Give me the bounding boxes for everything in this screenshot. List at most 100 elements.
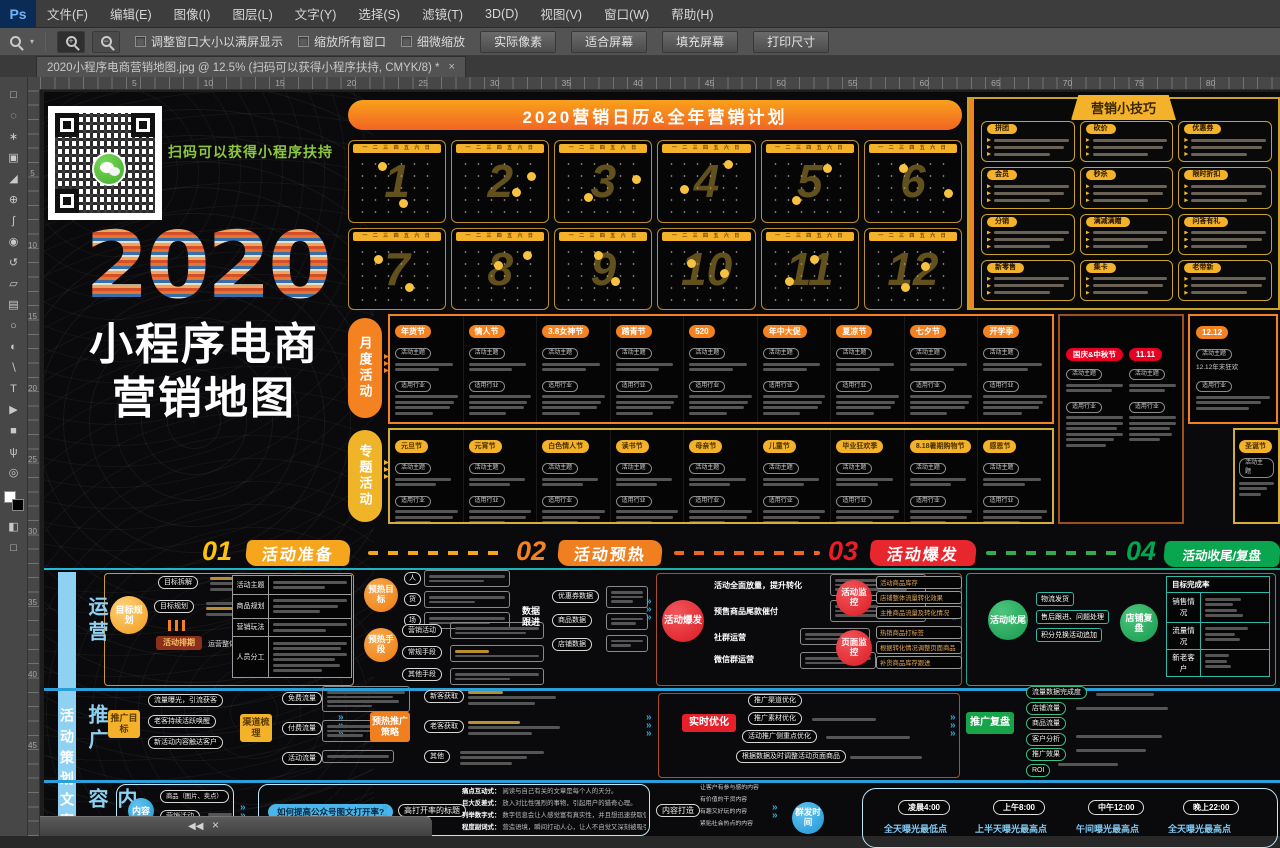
ruler-number: 65 [991, 77, 1063, 89]
content-tip: 有趣又好玩的内容 [700, 806, 759, 818]
tip-bullet-line [1184, 291, 1266, 295]
lasso-tool[interactable]: ◌ [3, 106, 25, 125]
magic-wand-tool[interactable]: ∗ [3, 127, 25, 146]
menu-item[interactable]: 图像(I) [163, 0, 222, 28]
divider [45, 32, 46, 52]
monitor-item: 活动商品库存 [876, 576, 962, 589]
color-swatches[interactable] [4, 491, 24, 511]
ruler-number: 75 [1134, 77, 1206, 89]
ops-burst-circle: 活动爆发 [662, 600, 704, 642]
double11-column: 11.11 活动主题 适用行业 [1129, 344, 1176, 516]
send-time-circle: 群发时间 [792, 802, 824, 834]
actual-pixels-button[interactable]: 实际像素 [480, 31, 556, 53]
eyedropper-tool[interactable]: ◢ [3, 169, 25, 188]
promo-goal-item: 流量曝光，引流获客 [148, 694, 223, 707]
topic-pill: 感恩节 [983, 440, 1016, 453]
menu-item[interactable]: 选择(S) [347, 0, 411, 28]
tip-bullet-line [987, 145, 1069, 149]
tip-card-title: 限时折扣 [1184, 170, 1228, 180]
dodge-tool[interactable]: ◐ [3, 337, 25, 356]
topic-column: 元旦节 活动主题 适用行业 [390, 430, 464, 522]
screen-mode-button[interactable]: □ [3, 538, 25, 557]
activity-monitor-circle: 活动监控 [836, 580, 872, 616]
tools-panel: +□◌∗▣◢⊕∫◉↺▱▤○◐∖T▶■ψ◎ ◧□ [0, 56, 28, 836]
tip-bullet-line [1184, 152, 1266, 156]
timeline-label: 午间曝光最高点 [1076, 822, 1139, 835]
month-number: 5 [762, 141, 858, 222]
arrow-decoration [384, 354, 389, 373]
healing-brush-tool[interactable]: ⊕ [3, 190, 25, 209]
menu-item[interactable]: 滤镜(T) [411, 0, 474, 28]
month-number: 11 [762, 229, 858, 310]
opt-item: 根据数据及时调整活动页面商品 [736, 750, 846, 763]
tip-bullet-line [1086, 138, 1168, 142]
topic-column: 白色情人节 活动主题 适用行业 [537, 430, 611, 522]
topic-column: 毕业狂欢季 活动主题 适用行业 [831, 430, 905, 522]
menu-item[interactable]: 窗口(W) [593, 0, 660, 28]
chevron-down-icon[interactable]: ▾ [30, 37, 34, 46]
row-separator [44, 780, 1280, 783]
menu-bar: Ps 文件(F)编辑(E)图像(I)图层(L)文字(Y)选择(S)滤镜(T)3D… [0, 0, 1280, 28]
blur-tool[interactable]: ○ [3, 316, 25, 335]
text-lines [1058, 760, 1118, 768]
pen-tool[interactable]: ∖ [3, 358, 25, 377]
content-tip: 让客户有参与感的内容 [700, 782, 759, 794]
shape-tool[interactable]: ■ [3, 421, 25, 440]
menu-item[interactable]: 3D(D) [474, 0, 529, 28]
tab-close-icon[interactable]: × [449, 61, 455, 73]
zoom-all-windows-checkbox[interactable]: 缩放所有窗口 [298, 33, 386, 50]
tip-card: 优惠券 [1178, 121, 1272, 162]
rewind-icon[interactable]: ◀◀ [188, 820, 203, 833]
tip-bullet-line [987, 277, 1069, 281]
history-brush-tool[interactable]: ↺ [3, 253, 25, 272]
background-color-swatch[interactable] [12, 499, 24, 511]
path-select-tool[interactable]: ▶ [3, 400, 25, 419]
resize-windows-checkbox[interactable]: 调整窗口大小以满屏显示 [135, 33, 283, 50]
hand-tool[interactable]: ψ [3, 442, 25, 461]
ops-close-circle: 活动收尾 [988, 600, 1028, 640]
highlight-date-dot [785, 277, 794, 286]
zoom-tool[interactable]: ◎ [3, 463, 25, 482]
zoom-in-button[interactable]: + [57, 31, 85, 53]
brush-tool[interactable]: ∫ [3, 211, 25, 230]
festival-column: 年货节 活动主题 适用行业 [390, 316, 464, 422]
menu-item[interactable]: 视图(V) [529, 0, 593, 28]
zoom-out-button[interactable]: − [92, 31, 120, 53]
fill-screen-button[interactable]: 填充屏幕 [662, 31, 738, 53]
ruler-number: 70 [1063, 77, 1135, 89]
quick-mask-button[interactable]: ◧ [3, 517, 25, 536]
tip-bullet-line [1086, 238, 1168, 242]
eraser-tool[interactable]: ▱ [3, 274, 25, 293]
marquee-tool[interactable]: □ [3, 85, 25, 104]
gradient-tool[interactable]: ▤ [3, 295, 25, 314]
tip-card: 秒杀 [1080, 167, 1174, 208]
floating-mini-window[interactable]: ◀◀ × [0, 816, 432, 836]
document-tab[interactable]: 2020小程序电商营销地图.jpg @ 12.5% (扫码可以获得小程序扶持, … [36, 56, 466, 77]
menu-item[interactable]: 编辑(E) [99, 0, 163, 28]
ruler-number: 45 [705, 77, 777, 89]
tip-bullet-line [1086, 231, 1168, 235]
type-tool[interactable]: T [3, 379, 25, 398]
print-size-button[interactable]: 打印尺寸 [753, 31, 829, 53]
month-card: 一 二 三 四 五 六 日 5 [761, 140, 859, 223]
phase4-number: 04 [1126, 536, 1156, 567]
month-number: 1 [349, 141, 445, 222]
menu-item[interactable]: 图层(L) [221, 0, 283, 28]
tip-bullet-line [1184, 198, 1266, 202]
tip-card: 集卡 [1080, 260, 1174, 301]
menu-item[interactable]: 文件(F) [36, 0, 99, 28]
menu-item[interactable]: 文字(Y) [284, 0, 348, 28]
fit-screen-button[interactable]: 适合屏幕 [571, 31, 647, 53]
scrubby-zoom-checkbox[interactable]: 细微缩放 [401, 33, 465, 50]
tip-bullet-line [1184, 231, 1266, 235]
crop-tool[interactable]: ▣ [3, 148, 25, 167]
zoom-tool-preset-icon[interactable] [10, 36, 21, 47]
phase-dash [368, 551, 506, 555]
menu-item[interactable]: 帮助(H) [660, 0, 724, 28]
clone-stamp-tool[interactable]: ◉ [3, 232, 25, 251]
festival-pill: 12.12 [1196, 326, 1228, 339]
send-timeline-box [862, 788, 1278, 848]
close-icon[interactable]: × [212, 819, 219, 832]
text-lines [468, 718, 560, 737]
topic-pill: 8.18暑期购物节 [910, 440, 971, 453]
